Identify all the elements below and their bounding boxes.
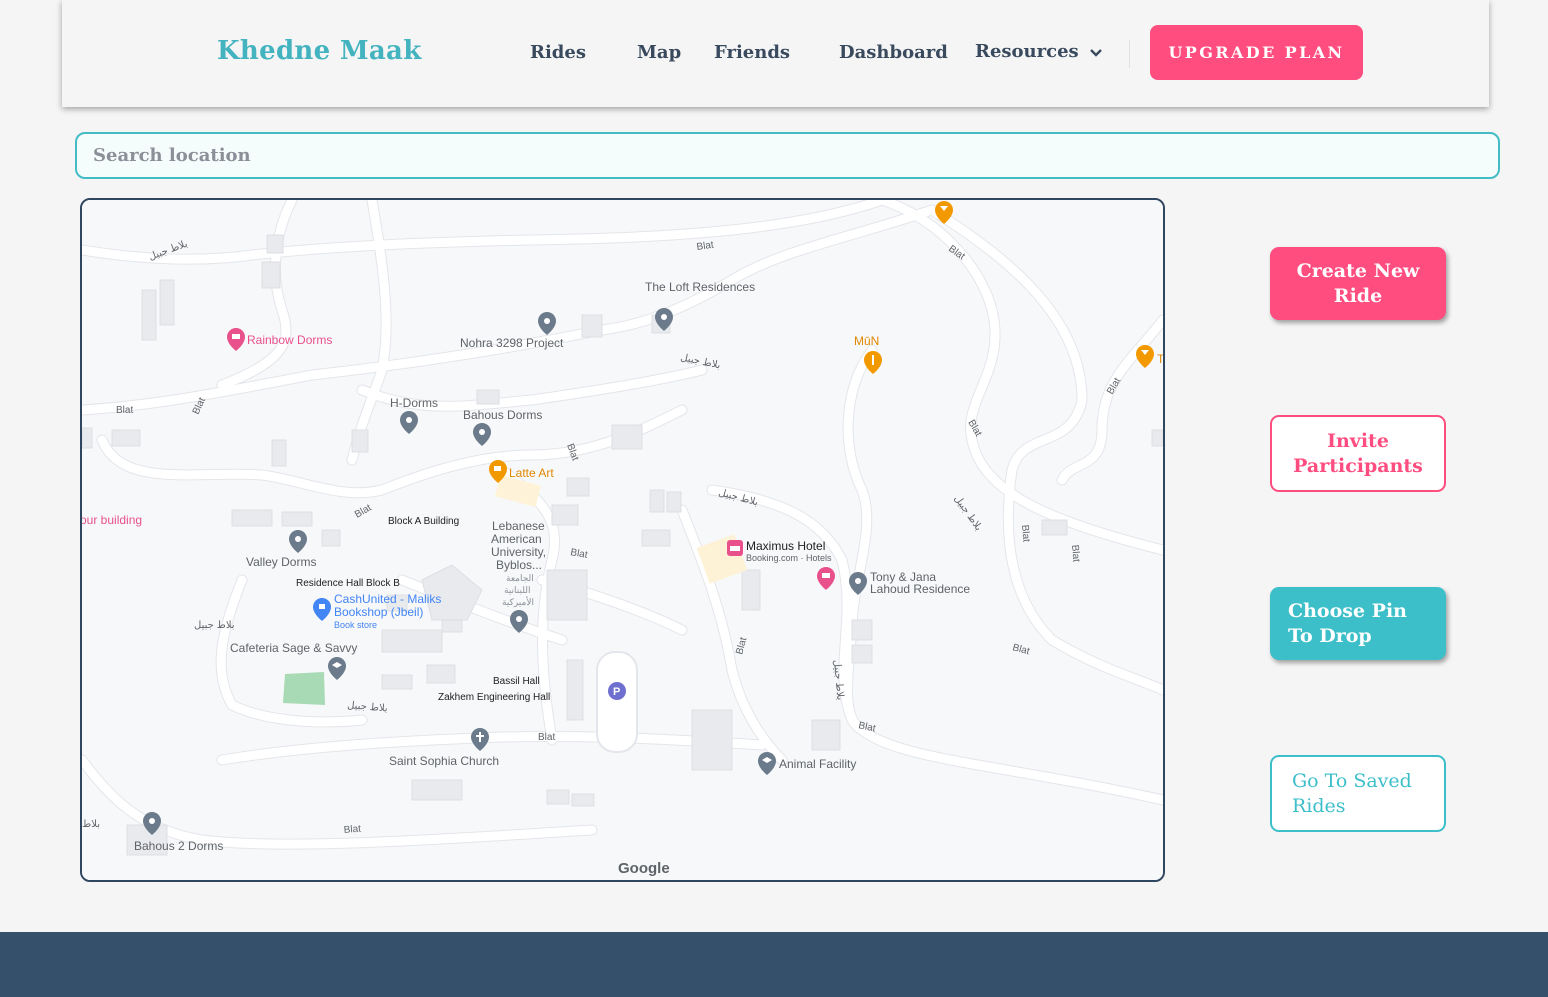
poi-label-latte: Latte Art	[509, 466, 554, 480]
green-field	[283, 672, 325, 705]
poi-label-valley: Valley Dorms	[246, 555, 316, 569]
poi-label-cafeteria: Cafeteria Sage & Savvy	[230, 641, 357, 655]
poi-label-lau-2: American	[491, 532, 542, 546]
nav-resources-label: Resources	[975, 41, 1079, 62]
street-label: بلاط	[82, 819, 100, 830]
poi-label-lau-ar-2: اللبنانية	[504, 585, 530, 595]
map-canvas[interactable]: Blat Blat Blat Blat Blat Blat Blat Blat …	[82, 200, 1163, 880]
poi-label-mun: MūN	[854, 334, 879, 348]
chevron-down-icon	[1089, 42, 1103, 63]
street-label: Blat	[1019, 524, 1031, 542]
search-location-input[interactable]	[75, 132, 1500, 179]
poi-label-rainbow: Rainbow Dorms	[247, 333, 332, 347]
create-new-ride-button[interactable]: Create New Ride	[1270, 247, 1446, 320]
choose-pin-button[interactable]: Choose Pin To Drop	[1270, 587, 1446, 660]
poi-label-res-hall: Residence Hall Block B	[296, 578, 400, 589]
poi-label-lau-1: Lebanese	[492, 519, 545, 533]
poi-label-tony-2: Lahoud Residence	[870, 582, 970, 596]
brand-logo[interactable]: Khedne Maak	[217, 36, 422, 66]
poi-label-loft: The Loft Residences	[645, 280, 755, 294]
poi-label-sophia: Saint Sophia Church	[389, 754, 499, 768]
poi-label-block-a: Block A Building	[388, 516, 459, 527]
nav-resources-dropdown[interactable]: Resources	[975, 41, 1103, 63]
poi-label-cash-1: CashUnited - Maliks	[334, 592, 441, 606]
poi-label-animal: Animal Facility	[779, 757, 856, 771]
poi-label-bahous: Bahous Dorms	[463, 408, 542, 422]
top-navbar: Khedne Maak Rides Map Friends Dashboard …	[62, 0, 1489, 107]
nav-friends[interactable]: Friends	[714, 42, 790, 63]
nav-map[interactable]: Map	[637, 42, 681, 63]
poi-label-bassil: Bassil Hall	[493, 676, 540, 687]
street-label: Blat	[1069, 544, 1081, 562]
nav-rides[interactable]: Rides	[530, 42, 586, 63]
google-attribution: Google	[618, 860, 670, 877]
poi-label-lau-ar-3: الأميركية	[502, 596, 534, 608]
saved-rides-button[interactable]: Go To Saved Rides	[1270, 755, 1446, 832]
parking-lot	[596, 651, 638, 753]
nav-divider	[1129, 40, 1130, 68]
street-label: Blat	[538, 732, 555, 743]
poi-label-zakhem: Zakhem Engineering Hall	[438, 692, 550, 703]
map-view[interactable]: Blat Blat Blat Blat Blat Blat Blat Blat …	[80, 198, 1165, 882]
poi-label-cash-2: Bookshop (Jbeil)	[334, 605, 423, 619]
street-label: Blat	[116, 405, 133, 416]
footer	[0, 932, 1548, 997]
poi-label-lau-ar-1: الجامعة	[506, 573, 534, 583]
nav-dashboard[interactable]: Dashboard	[839, 42, 948, 63]
poi-label-bahous-2: Bahous 2 Dorms	[134, 839, 223, 853]
poi-label-cash-sub: Book store	[334, 620, 377, 630]
svg-text:P: P	[613, 686, 620, 698]
poi-label-your-building: our building	[82, 513, 142, 527]
street-label: Blat	[343, 824, 361, 836]
hotel-marker-icon	[727, 540, 743, 556]
invite-participants-button[interactable]: Invite Participants	[1270, 415, 1446, 492]
parking-pin-icon: P	[608, 682, 626, 700]
upgrade-plan-button[interactable]: UPGRADE PLAN	[1150, 25, 1363, 80]
poi-label-t: T	[1157, 352, 1163, 366]
poi-label-maximus-sub: Booking.com · Hotels	[746, 553, 832, 563]
street-label: بلاط جبيل	[194, 620, 235, 631]
poi-label-lau-3: University,	[491, 545, 546, 559]
poi-label-maximus: Maximus Hotel	[746, 539, 825, 553]
poi-label-nohra: Nohra 3298 Project	[460, 336, 564, 350]
poi-label-hdorms: H-Dorms	[390, 396, 438, 410]
poi-label-lau-4: Byblos...	[496, 558, 542, 572]
